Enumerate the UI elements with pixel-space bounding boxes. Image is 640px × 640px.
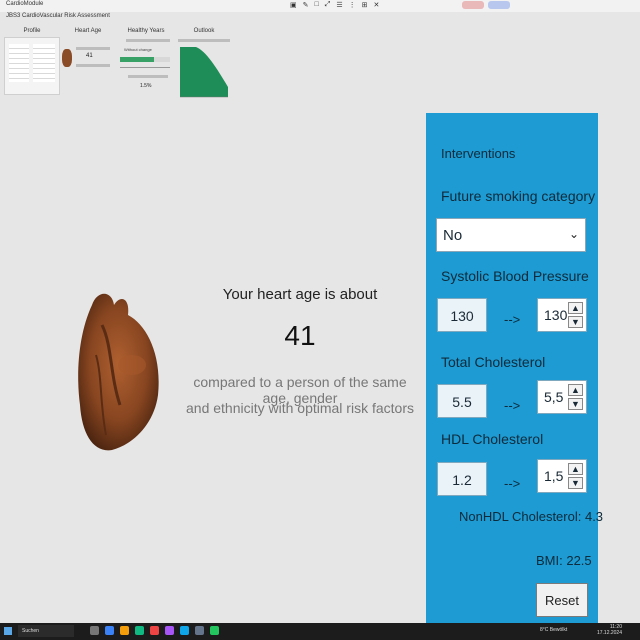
app-icon[interactable]: [210, 626, 219, 635]
decrement-button[interactable]: ▼: [568, 477, 583, 489]
thumb-heart-age[interactable]: Heart Age 41: [60, 28, 116, 93]
increment-button[interactable]: ▲: [568, 463, 583, 475]
app-icon[interactable]: [150, 626, 159, 635]
smoking-label: Future smoking category: [441, 188, 596, 204]
thumb-heart-value: 41: [86, 53, 93, 59]
hdl-target-stepper[interactable]: 1,5 ▲ ▼: [537, 459, 587, 493]
app-icon[interactable]: [120, 626, 129, 635]
smoking-select[interactable]: No ⌄: [436, 218, 586, 252]
chol-target-value: 5,5: [544, 389, 564, 405]
thumb-text: 1.5%: [140, 83, 152, 89]
hdl-label: HDL Cholesterol: [441, 431, 544, 447]
thumb-preview: 41: [60, 37, 116, 93]
title-bar: CardioModule ▣ ✎ □ ⤢ ☰ ⋮ ⊞ ✕: [0, 0, 640, 12]
chol-arrow: -->: [504, 398, 521, 413]
reset-button[interactable]: Reset: [536, 583, 588, 617]
thumb-preview: Without change 1.5%: [118, 37, 174, 97]
thumb-label: Healthy Years: [127, 28, 165, 34]
window-control-icon[interactable]: ⊞: [362, 1, 368, 9]
decrement-button[interactable]: ▼: [568, 398, 583, 410]
taskbar-search[interactable]: Suchen: [18, 625, 74, 637]
panel-title: Interventions: [441, 146, 516, 161]
taskbar-icons: [90, 626, 219, 635]
thumb-label: Outlook: [193, 28, 215, 34]
sbp-current-value: 130: [437, 298, 487, 332]
heart-age-value: 41: [284, 320, 316, 351]
blurred-area: [462, 0, 518, 10]
window-subtitle: JBS3 CardioVascular Risk Assessment: [6, 13, 110, 19]
app-icon[interactable]: [165, 626, 174, 635]
sbp-arrow: -->: [504, 312, 521, 327]
system-tray: 8°C Bewölkt: [540, 627, 567, 633]
heart-age-heading: Your heart age is about: [222, 286, 378, 303]
window-control-icon[interactable]: ✕: [374, 1, 380, 9]
sbp-target-stepper[interactable]: 130 ▲ ▼: [537, 298, 587, 332]
thumb-profile[interactable]: Profile: [4, 28, 60, 95]
chevron-down-icon: ⌄: [568, 227, 579, 241]
window-control-icon[interactable]: ✎: [303, 1, 309, 9]
thumb-outlook[interactable]: Outlook: [176, 28, 232, 103]
thumb-label: Heart Age: [74, 28, 102, 34]
window-control-icon[interactable]: ☰: [336, 1, 342, 9]
bmi-value: BMI: 22.5: [536, 553, 592, 568]
window-control-icon[interactable]: ⋮: [349, 1, 356, 9]
taskbar: Suchen 8°C Bewölkt 11:20 17.12.2024: [0, 623, 640, 640]
window-control-icon[interactable]: □: [315, 1, 319, 9]
app-icon[interactable]: [105, 626, 114, 635]
thumb-healthy-years[interactable]: Healthy Years Without change 1.5%: [118, 28, 174, 97]
decrement-button[interactable]: ▼: [568, 316, 583, 328]
chol-current-value: 5.5: [437, 384, 487, 418]
thumb-text: Without change: [124, 47, 152, 52]
chol-label: Total Cholesterol: [441, 354, 546, 370]
sbp-target-value: 130: [544, 307, 568, 323]
window-control-icon[interactable]: ⤢: [325, 1, 331, 9]
window-controls: ▣ ✎ □ ⤢ ☰ ⋮ ⊞ ✕: [290, 1, 379, 9]
sbp-label: Systolic Blood Pressure: [441, 268, 589, 284]
windows-start-icon[interactable]: [4, 627, 12, 635]
increment-button[interactable]: ▲: [568, 384, 583, 396]
smoking-select-value: No: [443, 227, 463, 244]
clock-date: 17.12.2024: [596, 630, 622, 636]
heart-image: [78, 293, 159, 451]
hdl-target-value: 1,5: [544, 468, 564, 484]
window-control-icon[interactable]: ▣: [290, 1, 297, 9]
thumb-preview: [4, 37, 60, 95]
chol-target-stepper[interactable]: 5,5 ▲ ▼: [537, 380, 587, 414]
hdl-arrow: -->: [504, 476, 521, 491]
stepper-arrows: ▲ ▼: [568, 302, 583, 328]
increment-button[interactable]: ▲: [568, 302, 583, 314]
stepper-arrows: ▲ ▼: [568, 463, 583, 489]
outlook-chart: [178, 39, 230, 98]
nonhdl-cholesterol: NonHDL Cholesterol: 4.3: [459, 509, 604, 524]
app-icon[interactable]: [180, 626, 189, 635]
stepper-arrows: ▲ ▼: [568, 384, 583, 410]
thumb-label: Profile: [23, 28, 41, 34]
heart-age-desc-line2: and ethnicity with optimal risk factors: [186, 400, 414, 416]
app-icon[interactable]: [135, 626, 144, 635]
hdl-current-value: 1.2: [437, 462, 487, 496]
thumb-preview: [176, 37, 232, 103]
taskbar-clock[interactable]: 11:20 17.12.2024: [597, 624, 622, 636]
app-icon[interactable]: [195, 626, 204, 635]
weather-text: 8°C Bewölkt: [540, 627, 568, 633]
app-title: CardioModule: [6, 1, 44, 7]
app-icon[interactable]: [90, 626, 99, 635]
